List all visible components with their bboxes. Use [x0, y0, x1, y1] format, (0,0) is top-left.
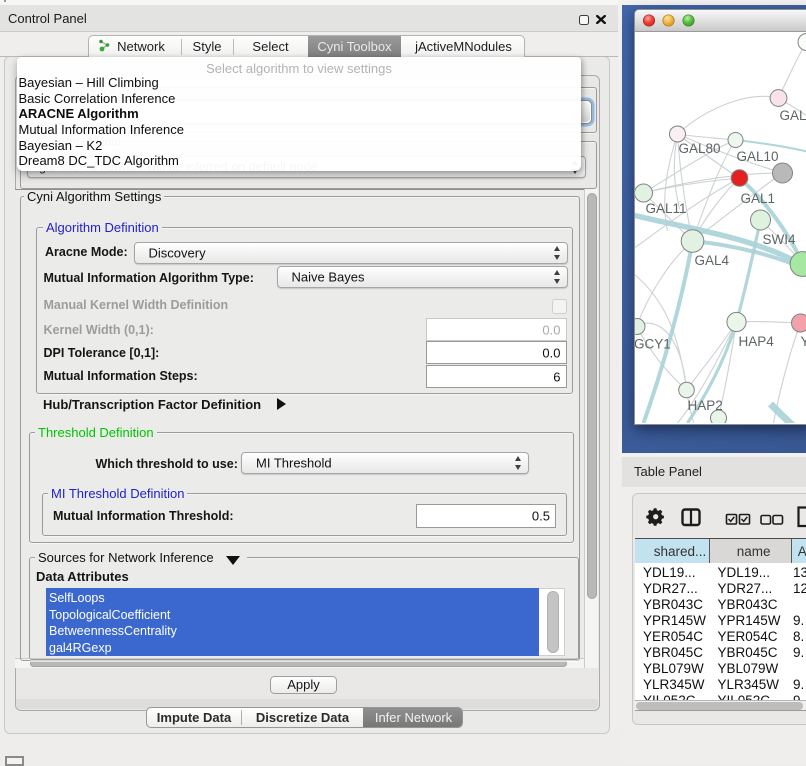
svg-text:HAP2: HAP2: [687, 398, 722, 413]
svg-text:GAL10: GAL10: [736, 149, 778, 164]
svg-text:GAL2: GAL2: [779, 108, 806, 123]
svg-text:SWI4: SWI4: [762, 232, 795, 247]
svg-text:HAP4: HAP4: [738, 334, 774, 349]
svg-text:GAL1: GAL1: [740, 191, 775, 206]
svg-text:Y: Y: [800, 334, 806, 349]
svg-text:GAL80: GAL80: [678, 141, 720, 156]
svg-text:GAL11: GAL11: [645, 201, 686, 216]
svg-text:GCY1: GCY1: [635, 337, 671, 352]
svg-text:GAL4: GAL4: [694, 253, 729, 268]
